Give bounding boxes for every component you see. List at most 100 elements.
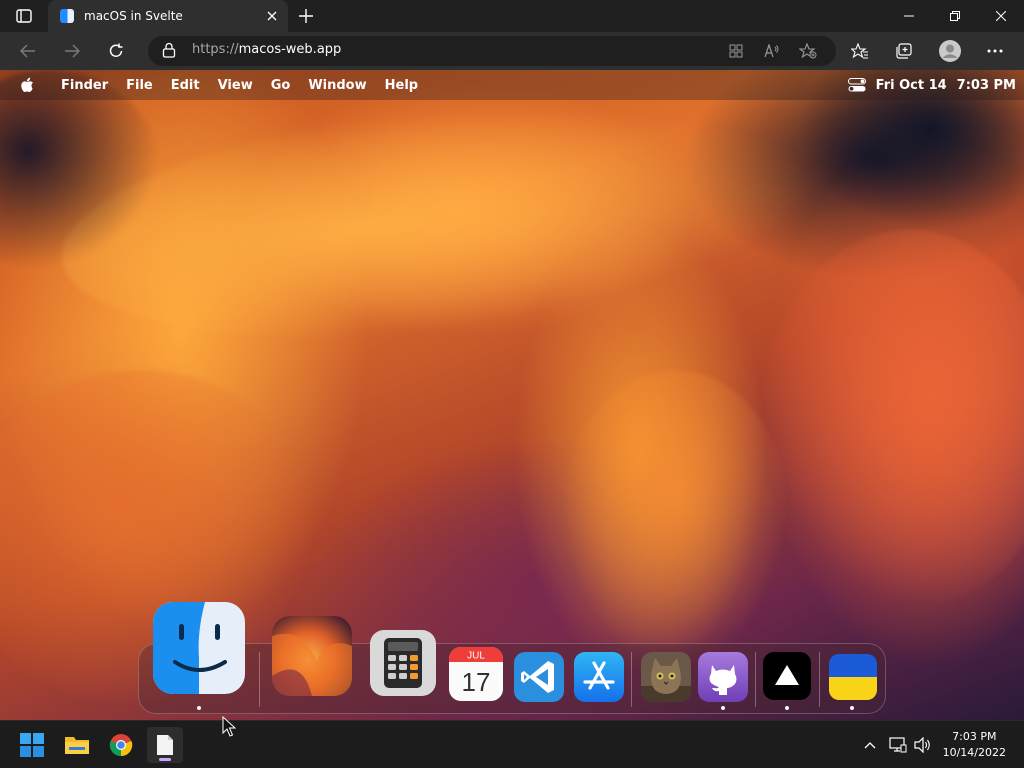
macos-menubar: Finder File Edit View Go Window Help Fri… (0, 70, 1024, 100)
plus-icon (299, 9, 313, 23)
vscode-icon (514, 652, 564, 702)
collections-button[interactable] (890, 37, 918, 65)
tab-favicon-icon (60, 9, 74, 23)
url-host: macos-web.app (238, 42, 342, 57)
dock: JUL 17 (138, 602, 886, 714)
calendar-icon: JUL 17 (449, 647, 503, 701)
new-tab-button[interactable] (294, 4, 318, 28)
refresh-button[interactable] (102, 37, 130, 65)
read-aloud-icon (764, 44, 779, 58)
browser-toolbar: https://macos-web.app (0, 32, 1024, 70)
dock-app-calendar[interactable]: JUL 17 (449, 647, 503, 701)
profile-button[interactable] (936, 37, 964, 65)
windows-taskbar: 7:03 PM 10/14/2022 (0, 720, 1024, 768)
restore-icon (950, 11, 960, 21)
dock-app-calculator[interactable] (370, 630, 436, 696)
folder-icon (65, 737, 89, 754)
menu-file[interactable]: File (117, 78, 162, 93)
taskbar-chrome[interactable] (103, 727, 139, 763)
dock-app-github[interactable] (698, 652, 748, 702)
dock-app-appstore[interactable] (574, 652, 624, 702)
wallpaper-shape (760, 230, 1024, 610)
apple-icon[interactable] (20, 76, 36, 94)
menubar-status-area: Fri Oct 14 7:03 PM (847, 70, 1016, 100)
read-aloud-button[interactable] (758, 37, 786, 65)
show-hidden-icons-button[interactable] (860, 735, 880, 755)
dock-app-vscode[interactable] (514, 652, 564, 702)
restore-button[interactable] (932, 0, 978, 32)
dock-app-cat[interactable] (641, 652, 691, 702)
browser-tab-bar: macOS in Svelte (0, 0, 1024, 32)
menu-help[interactable]: Help (376, 78, 427, 93)
tab-title: macOS in Svelte (84, 9, 183, 23)
toggle-switches-icon (847, 78, 866, 92)
menu-window[interactable]: Window (299, 78, 375, 93)
favorites-icon (851, 43, 868, 59)
mouse-cursor-icon (222, 716, 236, 737)
dock-separator (755, 652, 756, 707)
dock-app-wallpapers[interactable] (272, 616, 352, 696)
url-protocol: https:// (192, 42, 239, 57)
close-window-button[interactable] (978, 0, 1024, 32)
star-add-icon (799, 43, 817, 59)
volume-button[interactable] (913, 735, 933, 755)
speaker-icon (914, 737, 930, 753)
minimize-button[interactable] (886, 0, 932, 32)
taskbar-clock[interactable]: 7:03 PM 10/14/2022 (943, 729, 1006, 761)
menu-view[interactable]: View (209, 78, 262, 93)
calendar-day-label: 17 (462, 667, 491, 697)
menu-edit[interactable]: Edit (162, 78, 209, 93)
dock-separator (259, 652, 260, 707)
control-center-icon[interactable] (847, 78, 866, 92)
network-icon (889, 737, 907, 753)
taskbar-file-explorer[interactable] (59, 727, 95, 763)
menu-finder[interactable]: Finder (52, 78, 117, 93)
macos-desktop: Finder File Edit View Go Window Help Fri… (0, 70, 1024, 720)
dock-separator (631, 652, 632, 707)
apple-logo-icon (21, 77, 33, 92)
menu-go[interactable]: Go (262, 78, 300, 93)
dock-app-vercel[interactable] (763, 652, 811, 700)
wallpaper-shape (560, 370, 790, 670)
tab-close-button[interactable] (260, 4, 284, 28)
calendar-month-label: JUL (467, 651, 485, 662)
arrow-right-icon (65, 44, 80, 58)
appstore-icon (574, 652, 624, 702)
dock-app-ukraine[interactable] (829, 654, 877, 700)
menubar-date[interactable]: Fri Oct 14 (876, 78, 947, 93)
calculator-icon (370, 630, 436, 696)
menubar-time[interactable]: 7:03 PM (957, 78, 1016, 93)
screen: macOS in Svelte https://macos-web.app Fi… (0, 0, 1024, 768)
forward-button[interactable] (58, 37, 86, 65)
add-favorite-button[interactable] (794, 37, 822, 65)
running-indicator (721, 706, 725, 710)
running-indicator (850, 706, 854, 710)
vercel-icon (763, 652, 811, 700)
ukraine-flag-icon (829, 654, 877, 700)
settings-menu-button[interactable] (981, 37, 1009, 65)
tab-actions-button[interactable] (10, 6, 38, 26)
favorites-button[interactable] (846, 37, 874, 65)
browser-tab[interactable]: macOS in Svelte (48, 0, 288, 32)
avatar (939, 40, 961, 62)
running-indicator (197, 706, 201, 710)
taskbar-date: 10/14/2022 (942, 746, 1006, 759)
taskbar-time: 7:03 PM (952, 730, 997, 743)
dock-app-finder[interactable] (153, 602, 245, 694)
network-button[interactable] (888, 735, 908, 755)
running-indicator (785, 706, 789, 710)
address-bar[interactable]: https://macos-web.app (148, 36, 836, 66)
apps-icon (729, 44, 743, 58)
app-available-button[interactable] (722, 37, 750, 65)
close-icon (996, 11, 1006, 21)
start-button[interactable] (14, 727, 50, 763)
back-button[interactable] (14, 37, 42, 65)
collections-icon (896, 43, 912, 59)
active-window-indicator (159, 758, 171, 761)
dock-separator (819, 652, 820, 707)
chrome-icon (109, 734, 133, 757)
finder-icon (153, 602, 245, 694)
more-icon (987, 49, 1003, 53)
taskbar-edge-window[interactable] (147, 727, 183, 763)
url-text: https://macos-web.app (192, 42, 341, 57)
